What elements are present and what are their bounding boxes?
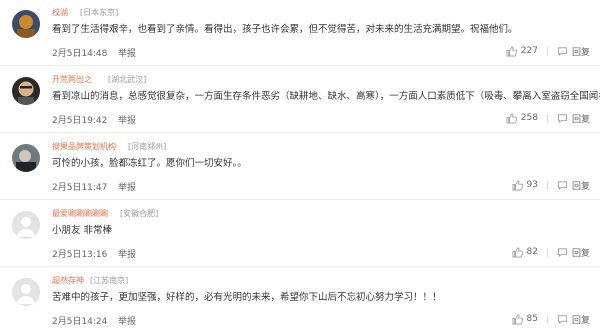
comment-text: 小朋友 非常棒 (52, 225, 113, 236)
thumbs-up-icon (512, 247, 523, 257)
speech-bubble-icon (557, 314, 568, 324)
speech-bubble-icon (557, 180, 568, 190)
report-link[interactable]: 举报 (118, 180, 136, 193)
report-link[interactable]: 举报 (118, 314, 136, 327)
comment-text: 看到凉山的消息，总感觉很复杂，一方面生存条件恶劣（缺耕地、缺水、高寒），一方面人… (52, 91, 600, 102)
avatar-image (12, 144, 40, 172)
thumbs-up-icon (512, 314, 523, 324)
comment-item: 开荒两出之 [湖北武汉] 看到凉山的消息，总感觉很复杂，一方面生存条件恶劣（缺耕… (0, 67, 600, 133)
avatar[interactable] (12, 211, 40, 239)
avatar-image (12, 77, 40, 105)
speech-bubble-icon (557, 247, 568, 257)
like-button[interactable]: 85 (512, 314, 538, 325)
like-count: 93 (526, 180, 538, 190)
username[interactable]: 超然存神 (52, 275, 84, 286)
comment-actions: 85 回复 (512, 312, 590, 326)
comment-item: 校湖 [日本东京] 看到了生活得艰辛，也看到了亲情。看得出，孩子也许会累，但不觉… (0, 0, 600, 66)
reply-button[interactable]: 回复 (557, 45, 590, 58)
default-avatar-icon (12, 278, 40, 306)
comment-list: 校湖 [日本东京] 看到了生活得艰辛，也看到了亲情。看得出，孩子也许会累，但不觉… (0, 0, 600, 333)
comment-time: 2月5日11:47 (52, 183, 108, 193)
avatar[interactable] (12, 278, 40, 306)
like-count: 85 (526, 314, 538, 324)
avatar[interactable] (12, 10, 40, 38)
divider (546, 247, 548, 257)
comment-text: 看到了生活得艰辛，也看到了亲情。看得出，孩子也许会累，但不觉得苦，对未来的生活充… (52, 24, 518, 35)
divider (546, 180, 548, 190)
report-link[interactable]: 举报 (118, 46, 136, 59)
comment-text: 苦难中的孩子，更加坚强，好样的，必有光明的未来，希望你下山后不忘初心努力学习！！… (52, 292, 442, 303)
username[interactable]: 搜果品牌策划机构 (52, 141, 116, 152)
username[interactable]: 校湖 (52, 7, 68, 18)
comment-actions: 93 回复 (512, 178, 590, 192)
reply-label: 回复 (571, 181, 590, 192)
avatar-image (12, 10, 40, 38)
like-count: 82 (526, 247, 538, 257)
username[interactable]: 开荒两出之 (52, 74, 92, 85)
user-location: [江苏南京] (90, 276, 129, 285)
reply-label: 回复 (571, 114, 590, 125)
speech-bubble-icon (557, 46, 568, 56)
like-count: 258 (520, 113, 538, 123)
divider (546, 113, 548, 123)
reply-label: 回复 (571, 248, 590, 259)
reply-button[interactable]: 回复 (557, 179, 590, 192)
comment-actions: 227 回复 (506, 44, 590, 58)
divider (546, 314, 548, 324)
user-location: [河南郑州] (128, 142, 167, 151)
avatar[interactable] (12, 144, 40, 172)
thumbs-up-icon (506, 113, 517, 123)
comment-time: 2月5日13:16 (52, 250, 108, 260)
comment-time: 2月5日19:42 (52, 116, 108, 126)
comment-time: 2月5日14:48 (52, 49, 108, 59)
comment-text: 可怜的小孩，脸都冻红了。愿你们一切安好。。 (52, 158, 247, 169)
reply-label: 回复 (571, 47, 590, 58)
like-count: 227 (520, 46, 538, 56)
comment-actions: 258 回复 (506, 111, 590, 125)
avatar[interactable] (12, 77, 40, 105)
user-location: [日本东京] (80, 8, 119, 17)
reply-button[interactable]: 回复 (557, 112, 590, 125)
user-location: [安徽合肥] (120, 209, 159, 218)
report-link[interactable]: 举报 (118, 247, 136, 260)
username[interactable]: 最爱唰唰唰唰唰 (52, 208, 108, 219)
reply-label: 回复 (571, 315, 590, 326)
thumbs-up-icon (512, 180, 523, 190)
divider (546, 46, 548, 56)
default-avatar-icon (12, 211, 40, 239)
comment-item: 超然存神 [江苏南京] 苦难中的孩子，更加坚强，好样的，必有光明的未来，希望你下… (0, 268, 600, 334)
user-location: [湖北武汉] (108, 75, 147, 84)
comment-actions: 82 回复 (512, 245, 590, 259)
speech-bubble-icon (557, 113, 568, 123)
report-link[interactable]: 举报 (118, 113, 136, 126)
comment-item: 最爱唰唰唰唰唰 [安徽合肥] 小朋友 非常棒 2月5日13:16 举报 82 回… (0, 201, 600, 267)
reply-button[interactable]: 回复 (557, 246, 590, 259)
like-button[interactable]: 258 (506, 113, 538, 124)
comment-item: 搜果品牌策划机构 [河南郑州] 可怜的小孩，脸都冻红了。愿你们一切安好。。 2月… (0, 134, 600, 200)
like-button[interactable]: 82 (512, 247, 538, 258)
comment-time: 2月5日14:24 (52, 317, 108, 327)
like-button[interactable]: 93 (512, 180, 538, 191)
like-button[interactable]: 227 (506, 46, 538, 57)
reply-button[interactable]: 回复 (557, 313, 590, 326)
thumbs-up-icon (506, 46, 517, 56)
